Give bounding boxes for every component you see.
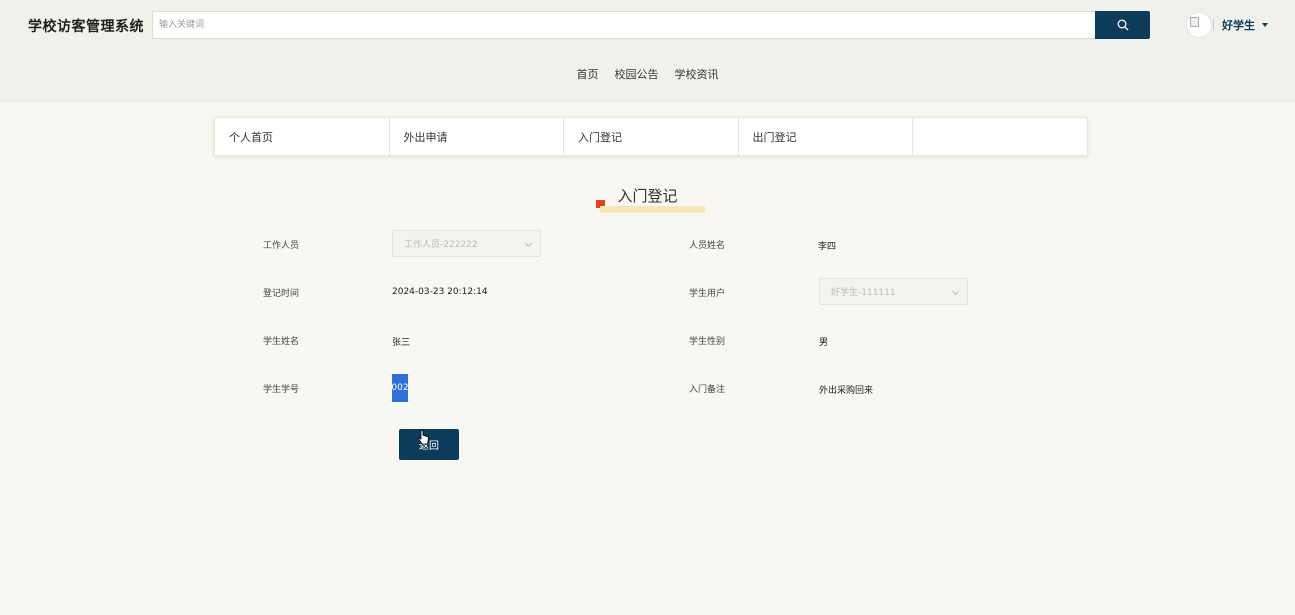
student-name-label: 学生姓名 — [263, 337, 300, 347]
broken-image-icon — [1190, 17, 1199, 27]
nav-news[interactable]: 学校资讯 — [675, 66, 719, 82]
sub-nav: 个人首页 外出申请 入门登记 出门登记 — [214, 117, 1088, 156]
search-icon — [1117, 19, 1128, 31]
search-button[interactable] — [1095, 11, 1150, 39]
hand-cursor-icon — [418, 430, 429, 445]
student-user-select-value: 好学生-111111 — [831, 288, 896, 298]
avatar[interactable] — [1186, 12, 1212, 38]
subnav-outing-application[interactable]: 外出申请 — [390, 118, 564, 155]
worker-select-value: 工作人员-222222 — [404, 240, 478, 250]
subnav-exit-registration[interactable]: 出门登记 — [739, 118, 913, 155]
student-gender-label: 学生性别 — [689, 337, 726, 347]
remark-label: 入门备注 — [689, 385, 726, 395]
site-title: 学校访客管理系统 — [28, 19, 144, 35]
subnav-personal-home[interactable]: 个人首页 — [215, 118, 390, 155]
register-time-value[interactable]: 2024-03-23 20:12:14 — [392, 287, 488, 297]
student-user-select[interactable]: 好学生-111111 — [819, 278, 968, 305]
title-underline-decoration — [600, 206, 705, 213]
chevron-down-icon — [951, 287, 960, 296]
divider — [1213, 19, 1214, 31]
main-nav: 首页 校园公告 学校资讯 — [0, 66, 1295, 82]
student-no-label: 学生学号 — [263, 385, 300, 395]
worker-label: 工作人员 — [263, 241, 300, 251]
nav-home[interactable]: 首页 — [577, 66, 599, 82]
student-user-label: 学生用户 — [689, 289, 726, 299]
chevron-down-icon — [524, 239, 533, 248]
subnav-empty-cell — [913, 118, 1087, 155]
nav-announcements[interactable]: 校园公告 — [615, 66, 659, 82]
person-name-value[interactable]: 李四 — [818, 239, 836, 252]
student-no-value[interactable]: 002 — [392, 374, 408, 402]
header-bar: 学校访客管理系统 好学生 — [0, 0, 1295, 103]
page-title: 入门登记 — [617, 187, 678, 205]
person-name-label: 人员姓名 — [689, 241, 726, 251]
user-name: 好学生 — [1222, 19, 1255, 32]
worker-select[interactable]: 工作人员-222222 — [392, 230, 541, 257]
student-name-value[interactable]: 张三 — [392, 335, 410, 348]
search-input[interactable] — [152, 11, 1096, 39]
subnav-entry-registration[interactable]: 入门登记 — [564, 118, 739, 155]
user-menu[interactable]: 好学生 — [1213, 17, 1268, 33]
remark-value[interactable]: 外出采购回来 — [819, 383, 873, 396]
caret-down-icon — [1262, 23, 1268, 27]
student-gender-value[interactable]: 男 — [819, 335, 828, 348]
register-time-label: 登记时间 — [263, 289, 300, 299]
